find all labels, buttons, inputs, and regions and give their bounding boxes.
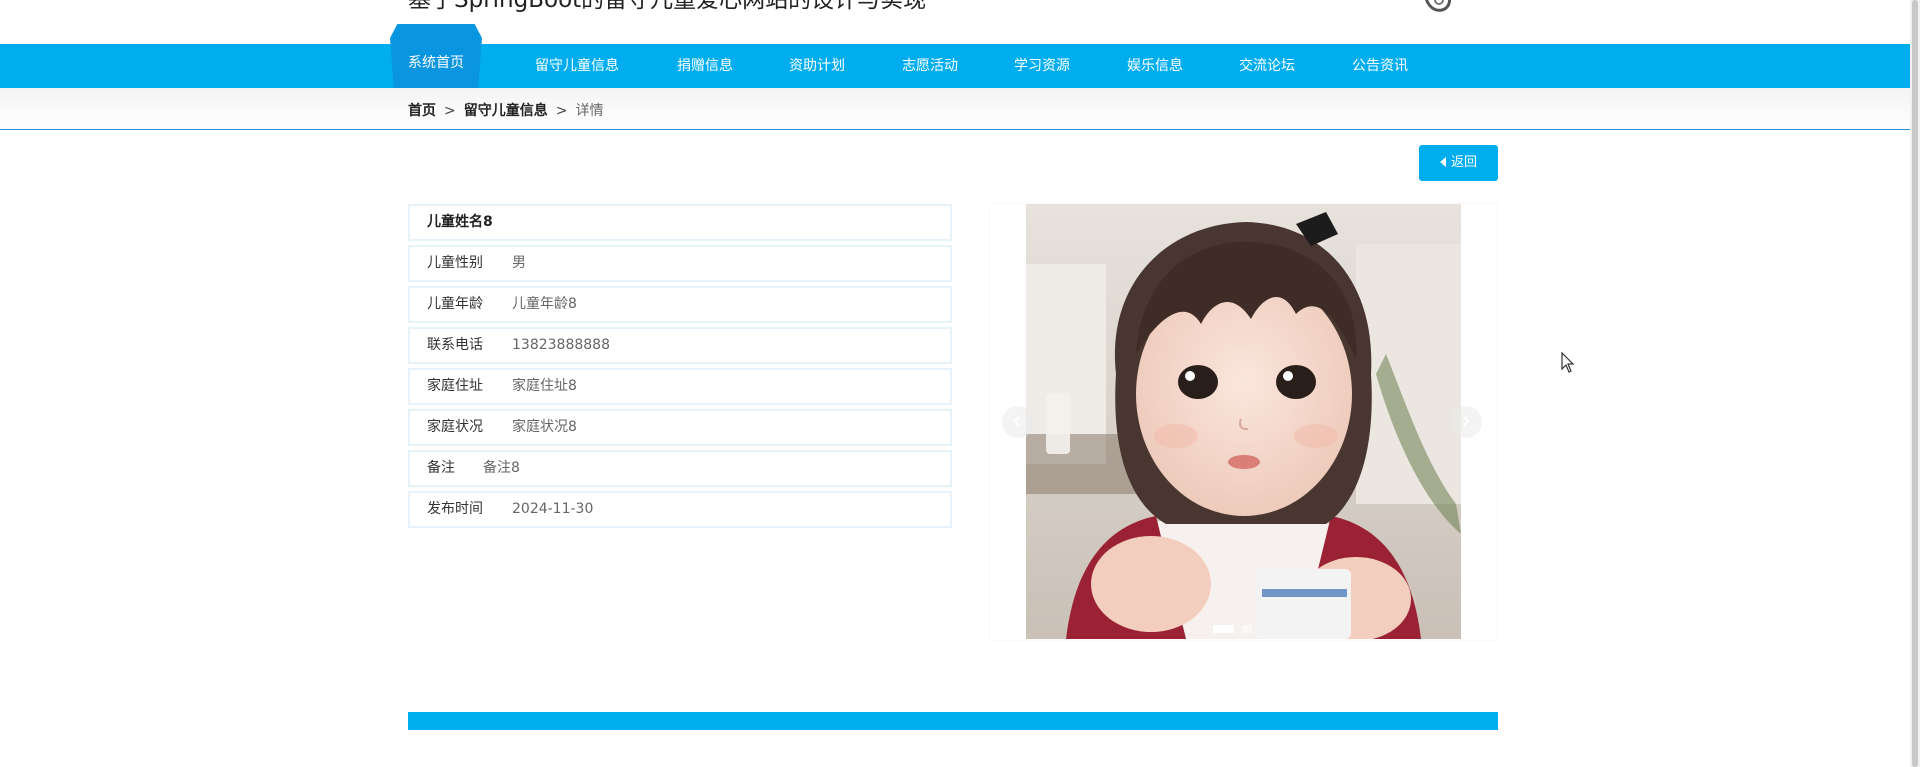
nav-item-funding-plans[interactable]: 资助计划 (789, 44, 845, 88)
footer-bar (408, 712, 1498, 730)
logo-icon (1425, 0, 1451, 12)
main-nav: 系统首页 留守儿童信息 捐赠信息 资助计划 志愿活动 学习资源 娱乐信息 交流论… (0, 24, 1910, 88)
nav-item-home[interactable]: 系统首页 (390, 24, 482, 88)
carousel-prev-button[interactable] (1002, 406, 1034, 438)
breadcrumb-bar: 首页 > 留守儿童信息 > 详情 (0, 88, 1910, 130)
breadcrumb-current: 详情 (575, 103, 604, 119)
field-value: 家庭状况8 (512, 419, 577, 435)
detail-row-age: 儿童年龄 儿童年龄8 (408, 286, 952, 323)
field-value: 男 (512, 255, 526, 271)
nav-item-volunteer-activities[interactable]: 志愿活动 (902, 44, 958, 88)
breadcrumb-separator: > (555, 103, 568, 119)
back-button[interactable]: 返回 (1419, 145, 1498, 181)
carousel-dot-active[interactable] (1213, 625, 1234, 633)
field-value: 备注8 (483, 460, 520, 476)
detail-row-gender: 儿童性别 男 (408, 245, 952, 282)
chevron-left-icon (1013, 415, 1025, 427)
detail-row-phone: 联系电话 13823888888 (408, 327, 952, 364)
top-header: 基于SpringBoot的留守儿童爱心网站的设计与实现 (0, 0, 1910, 44)
chevron-right-icon (1458, 415, 1470, 427)
detail-row-remarks: 备注 备注8 (408, 450, 952, 487)
site-title: 基于SpringBoot的留守儿童爱心网站的设计与实现 (408, 0, 927, 13)
detail-row-family-status: 家庭状况 家庭状况8 (408, 409, 952, 446)
field-value: 13823888888 (512, 337, 610, 353)
back-button-label: 返回 (1450, 155, 1477, 170)
field-label: 儿童性别 (427, 255, 483, 271)
field-label: 儿童年龄 (427, 296, 483, 312)
carousel-next-button[interactable] (1450, 406, 1482, 438)
detail-row-publish-time: 发布时间 2024-11-30 (408, 491, 952, 528)
scrollbar-thumb[interactable] (1912, 0, 1918, 767)
field-value: 儿童年龄8 (512, 296, 577, 312)
image-carousel (990, 204, 1496, 640)
carousel-dot[interactable] (1242, 625, 1252, 633)
field-value: 2024-11-30 (512, 501, 594, 517)
nav-item-announcements[interactable]: 公告资讯 (1352, 44, 1408, 88)
caret-left-icon (1439, 157, 1446, 167)
nav-item-children-info[interactable]: 留守儿童信息 (535, 44, 619, 88)
detail-row-address: 家庭住址 家庭住址8 (408, 368, 952, 405)
breadcrumb: 首页 > 留守儿童信息 > 详情 (408, 100, 603, 120)
mouse-pointer-icon (1561, 352, 1575, 373)
nav-item-forum[interactable]: 交流论坛 (1239, 44, 1295, 88)
child-photo (1026, 204, 1461, 639)
breadcrumb-section-link[interactable]: 留守儿童信息 (464, 103, 548, 119)
field-label: 家庭状况 (427, 419, 483, 435)
vertical-scrollbar[interactable] (1910, 0, 1920, 767)
detail-title-row: 儿童姓名8 (408, 204, 952, 241)
field-label: 备注 (427, 460, 455, 476)
nav-item-learning-resources[interactable]: 学习资源 (1014, 44, 1070, 88)
child-name: 儿童姓名8 (427, 214, 493, 230)
field-label: 家庭住址 (427, 378, 483, 394)
field-label: 联系电话 (427, 337, 483, 353)
nav-item-entertainment[interactable]: 娱乐信息 (1127, 44, 1183, 88)
nav-item-donations[interactable]: 捐赠信息 (677, 44, 733, 88)
field-value: 家庭住址8 (512, 378, 577, 394)
breadcrumb-home-link[interactable]: 首页 (408, 103, 436, 119)
child-photo-illustration (1026, 204, 1461, 639)
breadcrumb-separator: > (444, 103, 456, 119)
field-label: 发布时间 (427, 501, 483, 517)
